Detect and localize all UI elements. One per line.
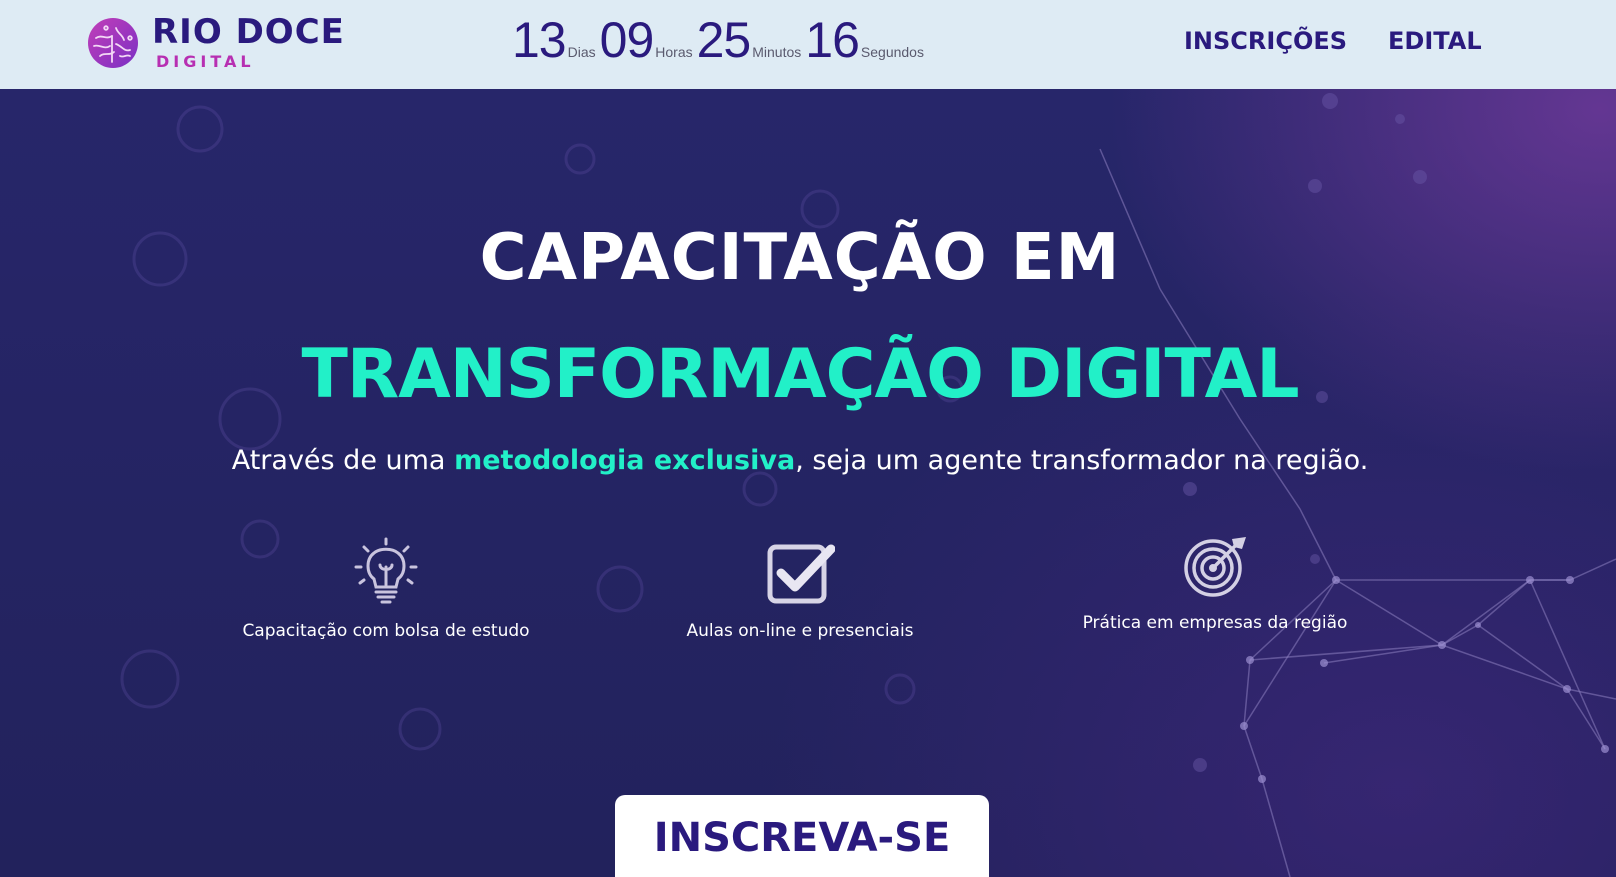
hero-title: CAPACITAÇÃO EM xyxy=(479,221,1121,295)
hero-section: CAPACITAÇÃO EM TRANSFORMAÇÃO DIGITAL Atr… xyxy=(0,89,1616,877)
countdown-days: 13 xyxy=(512,12,567,68)
countdown-hours: 09 xyxy=(599,12,655,68)
hero-highlight-title: TRANSFORMAÇÃO DIGITAL xyxy=(301,335,1299,414)
feature-practice: Prática em empresas da região xyxy=(1045,533,1385,633)
feature-practice-label: Prática em empresas da região xyxy=(1082,613,1348,633)
subscribe-button[interactable]: INSCREVA-SE xyxy=(615,795,989,877)
feature-classes: Aulas on-line e presenciais xyxy=(630,537,970,641)
checkbox-icon xyxy=(767,544,835,604)
hero-subtitle: Através de uma metodologia exclusiva, se… xyxy=(0,445,1600,476)
site-logo[interactable]: RIO DOCE DIGITAL xyxy=(86,12,356,71)
hero-subtitle-accent: metodologia exclusiva xyxy=(454,445,796,476)
countdown-hours-label: Horas xyxy=(655,44,693,60)
feature-classes-label: Aulas on-line e presenciais xyxy=(686,621,914,641)
logo-title: RIO DOCE xyxy=(152,12,345,52)
countdown-seconds: 16 xyxy=(805,12,860,68)
site-header: RIO DOCE DIGITAL 13 Dias 09 Horas 25 Min… xyxy=(0,0,1616,89)
feature-scholarship: Capacitação com bolsa de estudo xyxy=(216,537,556,641)
nav-link-edital[interactable]: EDITAL xyxy=(1388,27,1482,55)
nav-link-inscricoes[interactable]: INSCRIÇÕES xyxy=(1184,27,1347,55)
countdown-minutes-label: Minutos xyxy=(752,44,802,60)
countdown-minutes: 25 xyxy=(696,12,752,68)
network-background-decoration xyxy=(120,93,1616,877)
hero-subtitle-start: Através de uma xyxy=(231,445,455,476)
logo-subtitle: DIGITAL xyxy=(156,52,255,71)
feature-scholarship-label: Capacitação com bolsa de estudo xyxy=(242,621,530,641)
lightbulb-icon xyxy=(354,537,418,604)
target-icon xyxy=(1184,537,1246,597)
countdown-seconds-label: Segundos xyxy=(860,44,924,60)
hero-subtitle-end: , seja um agente transformador na região… xyxy=(795,445,1369,476)
brain-logo-icon xyxy=(88,18,138,68)
countdown-timer: 13 Dias 09 Horas 25 Minutos 16 Segundos xyxy=(512,10,928,70)
countdown-days-label: Dias xyxy=(567,44,596,60)
